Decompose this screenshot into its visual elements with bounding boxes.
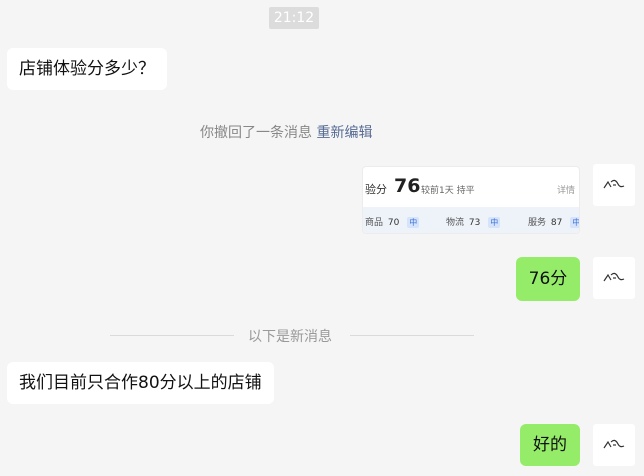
metric-label: 服务	[528, 218, 547, 228]
metric-label: 物流	[446, 218, 465, 228]
doodle-avatar-icon	[603, 179, 625, 189]
metric-goods: 商品 70 中	[365, 215, 420, 228]
card-metrics-row: 商品 70 中 物流 73 中 服务 87 中	[363, 207, 579, 233]
doodle-avatar-icon	[603, 439, 625, 449]
metric-value: 87	[550, 218, 563, 228]
metric-label: 商品	[365, 218, 384, 228]
divider-line	[350, 335, 474, 336]
re-edit-link[interactable]: 重新编辑	[316, 125, 372, 141]
outgoing-message-bubble[interactable]: 76分	[516, 257, 580, 301]
recall-notice: 你撤回了一条消息 重新编辑	[200, 122, 372, 142]
metric-level-tag: 中	[570, 217, 579, 228]
card-score: 76	[394, 175, 421, 197]
store-score-card[interactable]: 验分 76 较前1天 持平 详情 商品 70 中 物流 73 中 服务 87 中	[362, 166, 580, 234]
message-text: 76分	[528, 269, 568, 289]
outgoing-message-bubble[interactable]: 好的	[520, 424, 580, 466]
avatar[interactable]	[593, 424, 635, 466]
timestamp-badge: 21:12	[269, 7, 319, 29]
avatar[interactable]	[593, 164, 635, 206]
avatar[interactable]	[593, 257, 635, 299]
doodle-avatar-icon	[603, 272, 625, 282]
message-text: 我们目前只合作80分以上的店铺	[19, 373, 262, 393]
card-title: 验分	[365, 183, 387, 196]
metric-level-tag: 中	[488, 217, 501, 228]
card-subtitle: 较前1天 持平	[421, 186, 475, 196]
metric-value: 70	[387, 218, 400, 228]
message-text: 店铺体验分多少？	[19, 59, 155, 79]
message-text: 好的	[533, 435, 567, 455]
metric-value: 73	[468, 218, 481, 228]
metric-level-tag: 中	[407, 217, 420, 228]
metric-logistics: 物流 73 中	[446, 215, 501, 228]
divider-line	[110, 335, 234, 336]
new-messages-divider: 以下是新消息	[248, 329, 332, 345]
recall-notice-text: 你撤回了一条消息	[200, 125, 312, 141]
metric-service: 服务 87 中	[528, 215, 579, 228]
incoming-message-bubble[interactable]: 店铺体验分多少？	[7, 48, 167, 90]
incoming-message-bubble[interactable]: 我们目前只合作80分以上的店铺	[7, 362, 274, 404]
card-detail-link[interactable]: 详情	[557, 183, 575, 196]
